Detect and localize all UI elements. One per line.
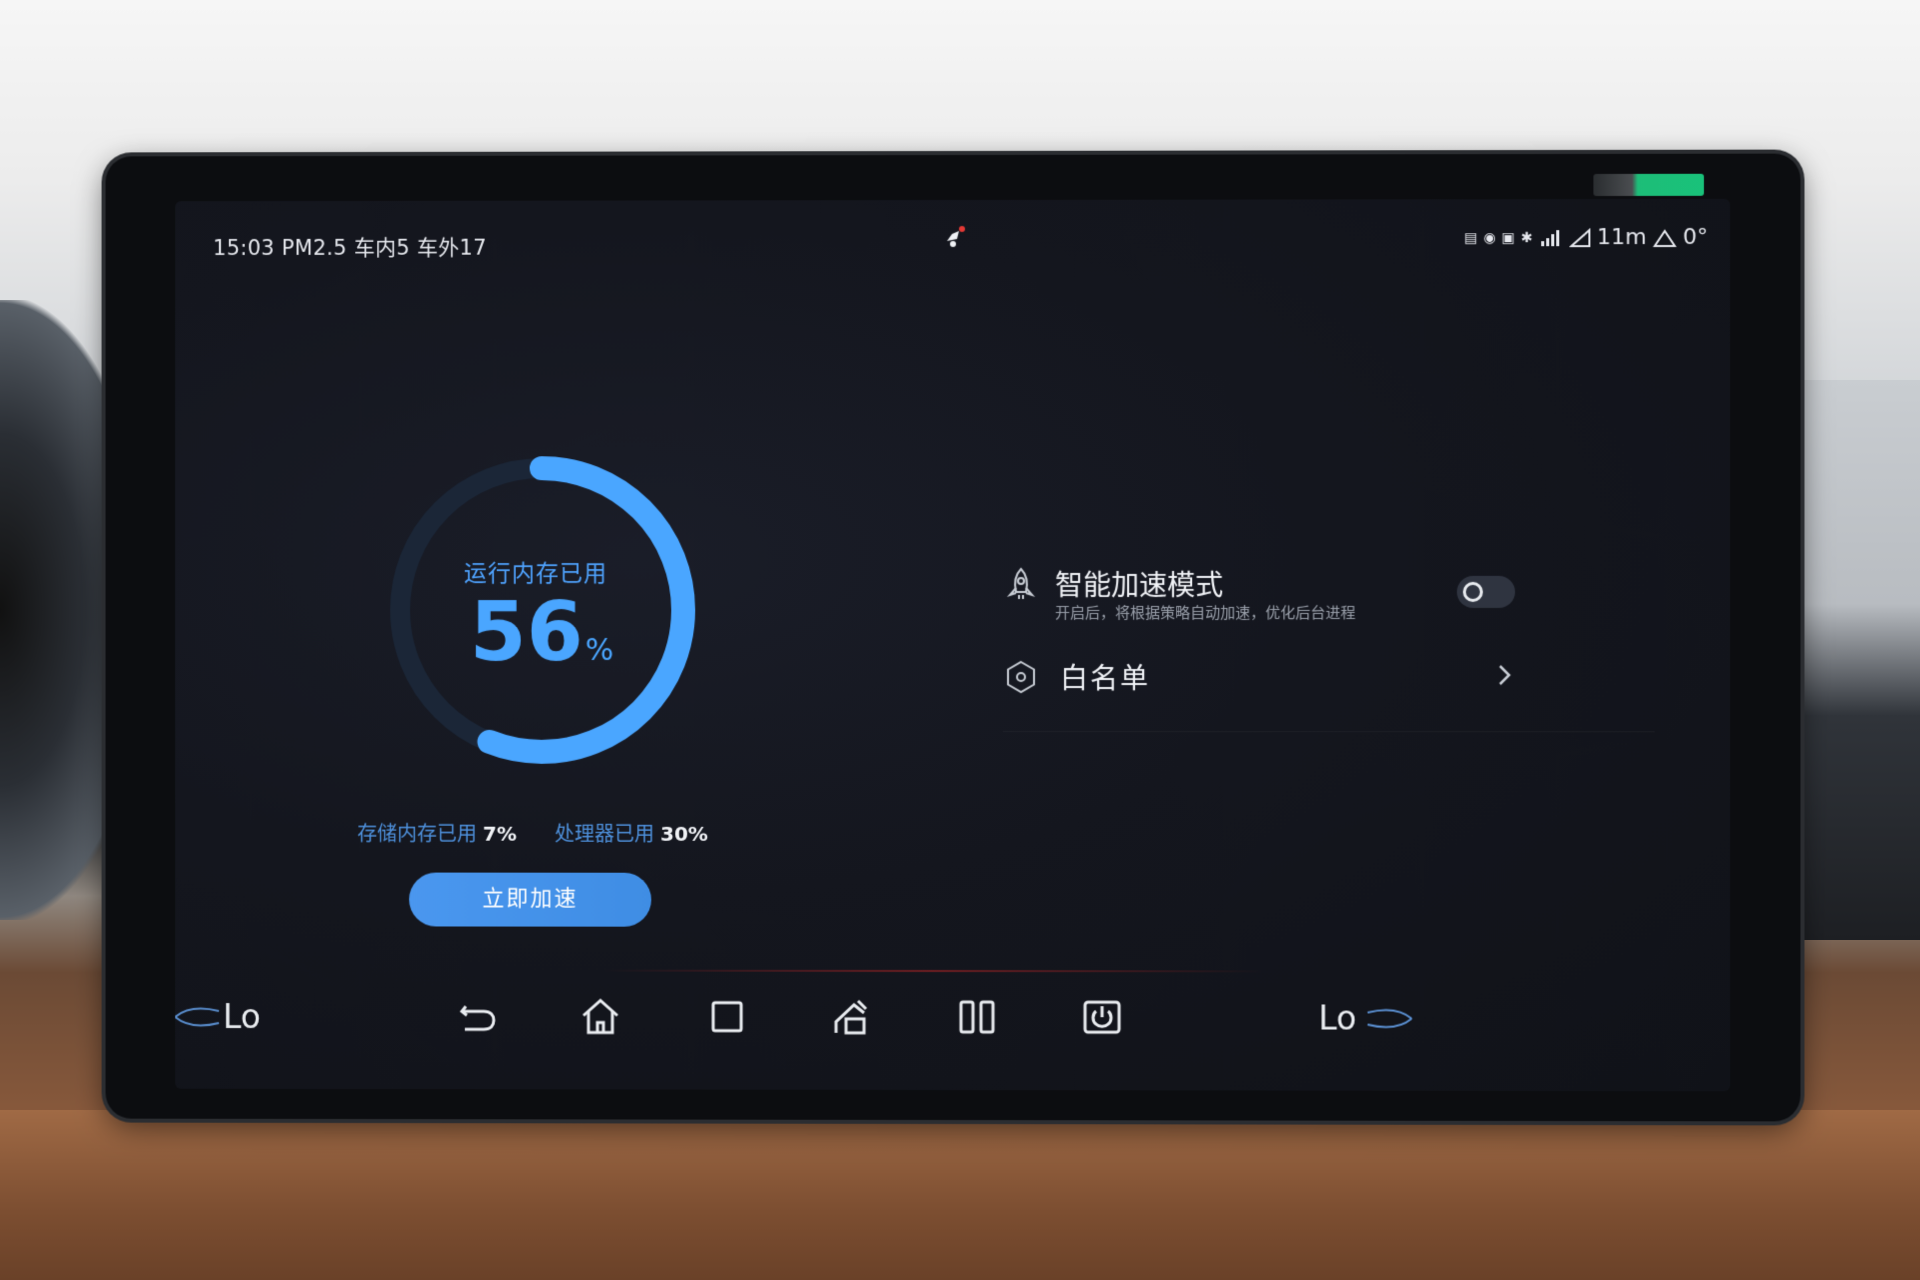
slope-icon [1653, 227, 1677, 247]
memory-gauge-value: 56% [364, 592, 719, 674]
signal-icon [1539, 229, 1563, 247]
right-airflow-icon [1364, 1005, 1414, 1033]
rocket-icon [1003, 566, 1039, 602]
smart-boost-mode-title: 智能加速模式 [1055, 564, 1223, 604]
altitude-value: 11m [1597, 225, 1647, 250]
storage-stat: 存储内存已用 7% [357, 818, 516, 847]
cpu-value: 30% [660, 822, 708, 846]
background-leather-trim [0, 1110, 1920, 1280]
status-time-climate: 15:03 PM2.5 车内5 车外17 [213, 232, 487, 262]
location-icon: ◉ [1483, 230, 1495, 246]
memory-percent: 56 [470, 585, 584, 680]
storage-value: 7% [483, 822, 517, 846]
memory-gauge-label: 运行内存已用 [456, 554, 616, 588]
display-indicator-strip [1593, 174, 1704, 196]
split-screen-icon[interactable] [955, 995, 999, 1039]
left-temperature[interactable]: Lo [223, 997, 261, 1036]
bluetooth-icon: ✱ [1521, 230, 1533, 246]
status-icons: ▤ ◉ ▣ ✱ 11m 0° [1464, 225, 1708, 250]
navigation-bar: Lo Lo [175, 969, 1730, 1061]
smart-boost-mode-toggle[interactable] [1457, 576, 1515, 608]
home-icon[interactable] [579, 995, 623, 1039]
sim-icon: ▣ [1502, 230, 1515, 246]
power-icon[interactable] [1080, 995, 1124, 1039]
altitude-icon [1569, 228, 1591, 248]
screen: 15:03 PM2.5 车内5 车外17 ▤ ◉ ▣ ✱ 11m 0° 运行内存… [175, 199, 1730, 1091]
recents-icon[interactable] [705, 995, 749, 1039]
cpu-label: 处理器已用 [555, 822, 655, 846]
cpu-stat: 处理器已用 30% [555, 818, 709, 847]
left-airflow-icon [175, 1003, 223, 1031]
smart-boost-mode-row: 智能加速模式 开启后，将根据策略自动加速，优化后台进程 [1003, 560, 1655, 638]
chevron-right-icon[interactable] [1492, 660, 1516, 690]
climate-icon[interactable] [830, 995, 874, 1039]
whitelist-title: 白名单 [1060, 657, 1150, 697]
navbar-accent-line [603, 970, 1263, 973]
memory-percent-unit: % [585, 633, 613, 668]
toggle-knob [1463, 582, 1483, 602]
whitelist-row[interactable]: 白名单 [1003, 653, 1655, 732]
boost-now-button[interactable]: 立即加速 [409, 873, 651, 927]
slope-value: 0° [1683, 225, 1708, 250]
memory-gauge: 运行内存已用 56% [364, 430, 753, 820]
status-bar: 15:03 PM2.5 车内5 车外17 ▤ ◉ ▣ ✱ 11m 0° [175, 199, 1730, 267]
storage-label: 存储内存已用 [357, 822, 477, 846]
notification-bell-icon[interactable] [943, 226, 967, 250]
usage-stats: 存储内存已用 7% 处理器已用 30% [357, 818, 708, 847]
car-icon: ▤ [1464, 230, 1477, 246]
hexagon-settings-icon [1003, 659, 1039, 695]
infotainment-display: 15:03 PM2.5 车内5 车外17 ▤ ◉ ▣ ✱ 11m 0° 运行内存… [106, 154, 1801, 1122]
right-temperature[interactable]: Lo [1318, 998, 1356, 1037]
smart-boost-mode-description: 开启后，将根据策略自动加速，优化后台进程 [1055, 602, 1356, 623]
back-icon[interactable] [456, 994, 500, 1038]
